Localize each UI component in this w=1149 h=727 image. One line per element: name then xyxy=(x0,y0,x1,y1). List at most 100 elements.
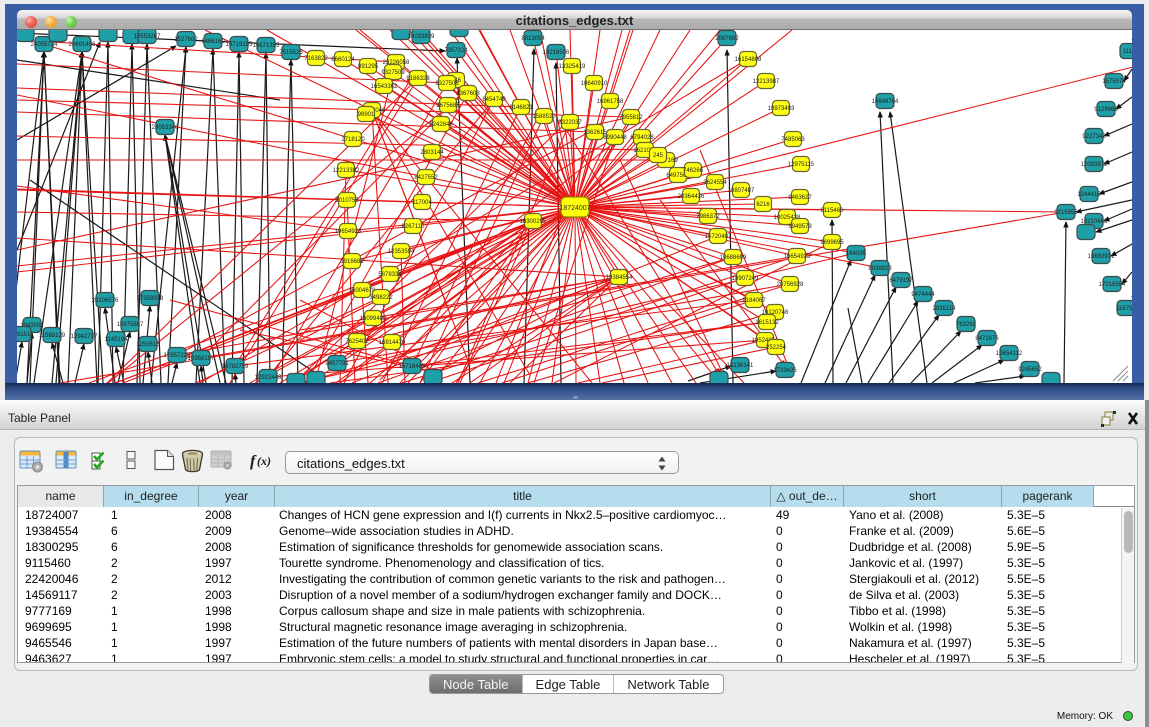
svg-text:8471676: 8471676 xyxy=(975,336,999,342)
svg-text:18907249: 18907249 xyxy=(732,276,759,282)
svg-text:16648784: 16648784 xyxy=(872,99,899,105)
svg-text:39151: 39151 xyxy=(17,332,31,338)
svg-text:1733426: 1733426 xyxy=(773,368,797,374)
svg-text:17016504: 17016504 xyxy=(1099,282,1126,288)
svg-text:12213382: 12213382 xyxy=(333,168,360,174)
svg-text:18300295: 18300295 xyxy=(520,219,547,225)
svg-text:1250515: 1250515 xyxy=(136,342,160,348)
svg-text:9327509: 9327509 xyxy=(381,70,405,76)
svg-text:16961758: 16961758 xyxy=(597,99,624,105)
svg-text:16033809: 16033809 xyxy=(408,34,435,40)
svg-text:19384554: 19384554 xyxy=(606,275,633,281)
svg-text:8813054: 8813054 xyxy=(521,36,545,42)
svg-text:10975887: 10975887 xyxy=(117,322,144,328)
svg-text:2803144: 2803144 xyxy=(420,150,444,156)
svg-text:9115460: 9115460 xyxy=(821,208,845,214)
svg-text:20364436: 20364436 xyxy=(678,194,705,200)
svg-text:8660124: 8660124 xyxy=(331,57,355,63)
svg-text:16671355: 16671355 xyxy=(253,43,280,49)
svg-text:12923448: 12923448 xyxy=(255,375,282,381)
svg-text:7515526: 7515526 xyxy=(279,50,303,56)
svg-text:9129966: 9129966 xyxy=(1094,107,1118,113)
svg-text:9242848: 9242848 xyxy=(429,122,453,128)
svg-text:6794028: 6794028 xyxy=(630,135,654,141)
svg-text:15720407: 15720407 xyxy=(705,234,732,240)
svg-text:9463627: 9463627 xyxy=(788,195,812,201)
svg-text:891295: 891295 xyxy=(358,64,379,70)
svg-text:6479197: 6479197 xyxy=(889,278,913,284)
svg-text:763262: 763262 xyxy=(956,322,977,328)
svg-text:1112: 1112 xyxy=(1123,49,1132,55)
svg-text:1010755: 1010755 xyxy=(335,198,359,204)
svg-text:3675685: 3675685 xyxy=(436,103,460,109)
svg-text:12942737: 12942737 xyxy=(71,334,98,340)
svg-text:20691406: 20691406 xyxy=(69,42,96,48)
svg-text:252254: 252254 xyxy=(766,345,787,351)
svg-text:19654923: 19654923 xyxy=(335,229,362,235)
svg-text:7986372: 7986372 xyxy=(696,214,720,220)
svg-text:10958107: 10958107 xyxy=(188,356,215,362)
svg-text:9184067: 9184067 xyxy=(742,298,766,304)
svg-text:14136141: 14136141 xyxy=(727,363,754,369)
svg-text:1588520: 1588520 xyxy=(532,114,556,120)
svg-text:8427552: 8427552 xyxy=(414,175,438,181)
svg-text:11568129: 11568129 xyxy=(39,333,66,339)
svg-text:8267110: 8267110 xyxy=(402,224,426,230)
svg-text:9227342: 9227342 xyxy=(1082,134,1106,140)
svg-text:(x): (x) xyxy=(257,454,271,468)
svg-text:6216: 6216 xyxy=(756,202,770,208)
svg-text:2718120: 2718120 xyxy=(341,137,365,143)
svg-text:1949579: 1949579 xyxy=(788,224,812,230)
svg-text:9146821: 9146821 xyxy=(509,105,533,111)
svg-text:16782759: 16782759 xyxy=(222,364,249,370)
svg-text:1916682: 1916682 xyxy=(340,259,364,265)
svg-text:24055724: 24055724 xyxy=(31,42,58,48)
svg-text:28053346: 28053346 xyxy=(152,125,179,131)
svg-text:20206576: 20206576 xyxy=(92,298,119,304)
svg-text:10688609: 10688609 xyxy=(720,255,747,261)
svg-text:10973493: 10973493 xyxy=(768,106,795,112)
svg-text:116753: 116753 xyxy=(1116,306,1132,312)
svg-text:3498222: 3498222 xyxy=(369,295,393,301)
svg-text:2087682: 2087682 xyxy=(715,36,739,42)
svg-text:3624554: 3624554 xyxy=(703,180,727,186)
svg-text:9699695: 9699695 xyxy=(820,240,844,246)
svg-text:7357224: 7357224 xyxy=(444,48,468,54)
svg-text:5878334: 5878334 xyxy=(378,272,402,278)
svg-text:20756928: 20756928 xyxy=(777,282,804,288)
svg-text:12353594: 12353594 xyxy=(388,249,415,255)
svg-text:16543362: 16543362 xyxy=(371,84,398,90)
svg-text:8322037: 8322037 xyxy=(558,120,582,126)
svg-text:8186328: 8186328 xyxy=(406,76,430,82)
svg-text:9245652: 9245652 xyxy=(1018,367,1042,373)
svg-text:117004: 117004 xyxy=(412,200,432,206)
svg-text:16004678: 16004678 xyxy=(349,288,376,294)
svg-text:6466160: 6466160 xyxy=(201,39,225,45)
svg-text:1145194: 1145194 xyxy=(105,337,129,343)
svg-text:12975115: 12975115 xyxy=(788,162,815,168)
svg-text:1527602: 1527602 xyxy=(174,37,198,43)
svg-text:7955812: 7955812 xyxy=(619,115,643,121)
svg-text:9474444: 9474444 xyxy=(911,292,935,298)
svg-text:17359938: 17359938 xyxy=(137,296,164,302)
svg-text:12093872: 12093872 xyxy=(1081,162,1108,168)
svg-text:16914479: 16914479 xyxy=(379,340,406,346)
svg-text:1615132: 1615132 xyxy=(755,320,779,326)
svg-text:2935114: 2935114 xyxy=(933,306,957,312)
svg-text:8990448: 8990448 xyxy=(603,135,627,141)
svg-text:8454749: 8454749 xyxy=(482,97,506,103)
svg-text:19218506: 19218506 xyxy=(543,50,570,56)
svg-text:10654112: 10654112 xyxy=(996,351,1023,357)
svg-text:16654923: 16654923 xyxy=(784,254,811,260)
svg-text:18640910: 18640910 xyxy=(581,81,608,87)
svg-text:10719155: 10719155 xyxy=(226,42,253,48)
svg-text:245: 245 xyxy=(653,153,664,159)
svg-text:18724007: 18724007 xyxy=(559,205,590,212)
svg-text:1575074: 1575074 xyxy=(1102,79,1126,85)
svg-text:9327508: 9327508 xyxy=(435,81,459,87)
svg-text:f: f xyxy=(250,453,257,470)
svg-text:7625402: 7625402 xyxy=(345,339,369,345)
svg-text:9457791: 9457791 xyxy=(325,361,349,367)
svg-text:8938923: 8938923 xyxy=(868,266,892,272)
svg-text:15716485: 15716485 xyxy=(399,364,426,370)
